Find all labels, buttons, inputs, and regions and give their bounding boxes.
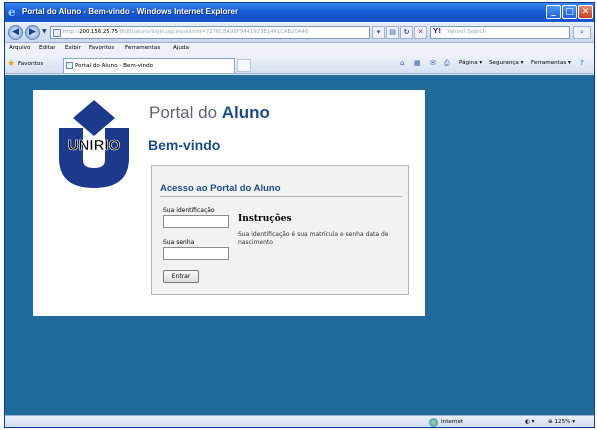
menu-exibir[interactable]: Exibir (65, 45, 81, 51)
address-toolbar: ◀ ▶ ▼ http://200.156.25.75:8080/aluno/lo… (5, 22, 594, 43)
password-label: Sua senha (163, 239, 195, 246)
url-prefix: http:// (63, 29, 80, 35)
search-placeholder: Yahoo! Search (447, 29, 487, 35)
security-menu-label: Segurança (489, 60, 519, 66)
login-box: Acesso ao Portal do Aluno Sua identifica… (151, 165, 409, 295)
tools-menu[interactable]: Ferramentas ▾ (531, 60, 571, 66)
unirio-logo: UNIRIO (59, 100, 129, 188)
close-button[interactable]: ✕ (578, 5, 593, 19)
login-divider (160, 196, 402, 197)
feeds-icon[interactable]: ▦ (414, 59, 421, 67)
security-menu[interactable]: Segurança ▾ (489, 60, 523, 66)
title-bar: e Portal do Aluno - Bem-vindo - Windows … (5, 3, 594, 22)
chevron-down-icon: ▾ (376, 28, 381, 36)
status-bar: Internet ◐ ▾ ⊕ 125% ▾ (5, 415, 594, 427)
tab-bar: ★ Favoritos Portal do Aluno - Bem-vindo … (5, 55, 594, 74)
zoom-icon: ⊕ (548, 419, 553, 425)
globe-icon (429, 418, 438, 427)
page-title: Portal do Aluno (149, 103, 270, 123)
favorites-label: Favoritos (18, 61, 44, 67)
forward-button[interactable]: ▶ (25, 25, 40, 40)
refresh-button[interactable]: ↻ (400, 26, 413, 39)
compatibility-view-button[interactable]: ▤ (386, 26, 399, 39)
security-zone: Internet (441, 419, 464, 425)
minimize-button[interactable]: _ (546, 5, 561, 19)
search-input[interactable]: Y! Yahoo! Search (430, 26, 570, 39)
home-icon[interactable]: ⌂ (400, 59, 404, 67)
page-menu[interactable]: Página ▾ (459, 60, 482, 66)
instructions-text: Sua identificação é sua matrícula e senh… (238, 231, 389, 246)
address-dropdown-button[interactable]: ▾ (372, 26, 385, 39)
submit-button[interactable]: Entrar (163, 270, 199, 283)
page-icon (53, 29, 61, 37)
menu-favoritos[interactable]: Favoritos (89, 45, 114, 51)
page-icon (66, 62, 73, 69)
tools-menu-label: Ferramentas (531, 60, 567, 66)
menu-bar: Arquivo Editar Exibir Favoritos Ferramen… (5, 43, 594, 55)
id-field[interactable] (163, 215, 229, 228)
page-title-regular: Portal do (149, 103, 222, 122)
address-bar[interactable]: http://200.156.25.75:8080/aluno/login.js… (50, 26, 370, 39)
browser-window: e Portal do Aluno - Bem-vindo - Windows … (4, 2, 595, 428)
stop-icon: ✕ (417, 28, 424, 36)
page-content: UNIRIO Portal do Aluno Bem-vindo Acesso … (5, 75, 594, 415)
logo-text: UNIRIO (68, 137, 121, 154)
mail-icon[interactable]: ✉ (430, 59, 436, 67)
menu-ferramentas[interactable]: Ferramentas (125, 45, 160, 51)
back-button[interactable]: ◀ (8, 25, 23, 40)
zoom-level[interactable]: ⊕ 125% ▾ (548, 419, 575, 425)
yahoo-icon: Y! (433, 27, 442, 35)
search-button[interactable]: ⌕ (573, 26, 591, 39)
url-host: 200.156.25.75 (79, 29, 118, 35)
zoom-value: 125% (554, 419, 571, 425)
print-icon[interactable]: ⎙ (444, 59, 450, 68)
protected-mode-icon[interactable]: ◐ ▾ (525, 419, 534, 425)
page-title-bold: Aluno (221, 103, 270, 122)
menu-editar[interactable]: Editar (39, 45, 56, 51)
window-title: Portal do Aluno - Bem-vindo - Windows In… (22, 7, 239, 16)
password-field[interactable] (163, 247, 229, 260)
tab-portal-do-aluno[interactable]: Portal do Aluno - Bem-vindo (63, 58, 235, 73)
instructions-title: Instruções (238, 214, 292, 224)
page-view-icon: ▤ (389, 28, 396, 36)
history-dropdown-icon[interactable]: ▼ (42, 28, 47, 35)
page-menu-label: Página (459, 60, 478, 66)
star-icon: ★ (7, 59, 16, 69)
portal-panel: UNIRIO Portal do Aluno Bem-vindo Acesso … (33, 90, 425, 316)
id-label: Sua identificação (163, 207, 215, 214)
arrow-right-icon: ▶ (29, 27, 36, 37)
login-title: Acesso ao Portal do Aluno (160, 183, 281, 194)
welcome-heading: Bem-vindo (148, 137, 221, 153)
menu-arquivo[interactable]: Arquivo (9, 45, 30, 51)
help-icon[interactable]: ? (580, 59, 584, 67)
new-tab-button[interactable] (237, 59, 251, 72)
internet-explorer-icon: e (8, 5, 16, 19)
favorites-button[interactable]: ★ Favoritos (7, 58, 43, 70)
search-icon: ⌕ (580, 28, 584, 36)
stop-button[interactable]: ✕ (414, 26, 427, 39)
maximize-button[interactable]: □ (562, 5, 577, 19)
arrow-left-icon: ◀ (12, 27, 19, 37)
menu-ajuda[interactable]: Ajuda (173, 45, 189, 51)
refresh-icon: ↻ (403, 28, 410, 36)
url-path: :8080/aluno/login.jsp;jsessionid=7276C8A… (118, 29, 309, 35)
tab-label: Portal do Aluno - Bem-vindo (75, 63, 154, 69)
